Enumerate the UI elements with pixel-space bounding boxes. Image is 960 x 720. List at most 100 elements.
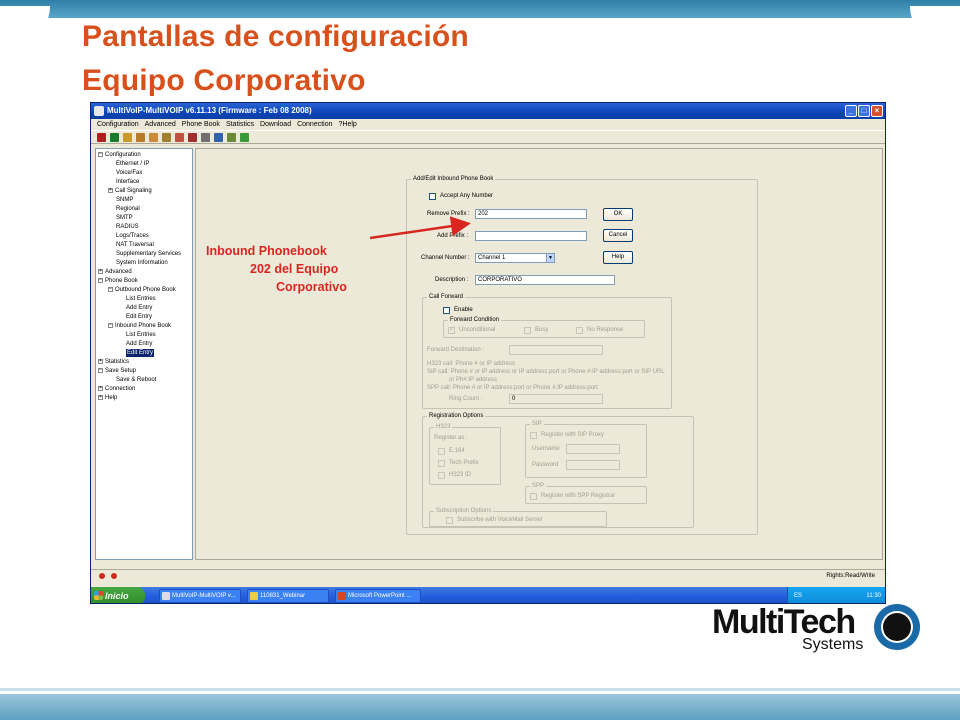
tree-voice-fax[interactable]: Voice/Fax — [116, 169, 142, 177]
tree-inbound-edit-entry[interactable]: Edit Entry — [126, 349, 155, 357]
menu-statistics[interactable]: Statistics — [226, 119, 254, 130]
username-input[interactable] — [566, 444, 620, 454]
collapse-icon[interactable]: − — [108, 286, 113, 292]
chevron-down-icon[interactable]: ▼ — [546, 254, 554, 262]
no-response-checkbox[interactable] — [576, 327, 583, 334]
task-multivoip[interactable]: MultiVoIP-MultiVOIP v... — [159, 589, 241, 603]
tree-ethernet-ip[interactable]: Ethernet / IP — [116, 160, 149, 168]
phone-tool-4-icon[interactable] — [162, 132, 171, 142]
collapse-icon[interactable]: − — [98, 277, 103, 283]
tech-prefix-checkbox[interactable] — [438, 460, 445, 467]
tree-save-setup[interactable]: − Save Setup — [98, 367, 136, 375]
menu-download[interactable]: Download — [260, 119, 291, 130]
top-right-arc — [910, 6, 960, 46]
globe-tool-icon[interactable] — [240, 132, 249, 142]
add-prefix-label: Add Prefix : — [437, 233, 469, 239]
task-webinar-folder[interactable]: 110831_Webinar — [247, 589, 329, 603]
close-button[interactable]: × — [871, 105, 883, 117]
network-tool-icon[interactable] — [97, 132, 106, 142]
tree-smtp[interactable]: SMTP — [116, 214, 133, 222]
language-indicator[interactable]: ES — [794, 593, 802, 599]
tree-snmp[interactable]: SNMP — [116, 196, 133, 204]
monitor-tool-icon[interactable] — [110, 132, 119, 142]
channel-number-select[interactable]: Channel 1 ▼ — [475, 253, 555, 263]
tree-help[interactable]: + Help — [98, 394, 117, 402]
tree-radius[interactable]: RADIUS — [116, 223, 139, 231]
busy-label: Busy — [535, 327, 549, 333]
collapse-icon[interactable]: − — [98, 151, 103, 157]
add-prefix-input[interactable] — [475, 231, 587, 241]
tree-regional[interactable]: Regional — [116, 205, 140, 213]
enable-forward-checkbox[interactable] — [443, 307, 450, 314]
h323-id-checkbox[interactable] — [438, 472, 445, 479]
tree-advanced[interactable]: + Advanced — [98, 268, 132, 276]
phone-tool-3-icon[interactable] — [149, 132, 158, 142]
cancel-button[interactable]: Cancel — [603, 229, 633, 242]
window-title: MultiVoIP-MultiVOIP v6.11.13 (Firmware :… — [107, 106, 312, 115]
tree-outbound-list-entries[interactable]: List Entries — [126, 295, 156, 303]
description-label: Description : — [435, 277, 469, 283]
registration-options-group: Registration Options H323 Register as : … — [422, 412, 694, 528]
tree-interface[interactable]: Interface — [116, 178, 139, 186]
tree-outbound-edit-entry[interactable]: Edit Entry — [126, 313, 152, 321]
menu-help[interactable]: ?Help — [339, 119, 357, 130]
register-sip-proxy-checkbox[interactable] — [530, 432, 537, 439]
tree-configuration[interactable]: − Configuration — [98, 151, 141, 159]
tree-save-reboot[interactable]: Save & Reboot — [116, 376, 156, 384]
tree-nat-traversal[interactable]: NAT Traversal — [116, 241, 154, 249]
clock[interactable]: 11:30 — [866, 587, 881, 603]
accept-any-number-checkbox[interactable] — [429, 193, 436, 200]
busy-checkbox[interactable] — [524, 327, 531, 334]
register-spp-checkbox[interactable] — [530, 493, 537, 500]
subscribe-voicemail-checkbox[interactable] — [446, 517, 453, 524]
start-button[interactable]: Inicio — [91, 587, 145, 603]
tree-supplementary-services[interactable]: Supplementary Services — [116, 250, 181, 258]
expand-icon[interactable]: + — [108, 187, 113, 193]
tree-outbound-phone-book[interactable]: − Outbound Phone Book — [108, 286, 176, 294]
call-forward-group: Call Forward Enable Forward Condition Un… — [422, 293, 672, 409]
help-button[interactable]: Help — [603, 251, 633, 264]
phone-tool-icon[interactable] — [123, 132, 132, 142]
expand-icon[interactable]: + — [98, 394, 103, 400]
task-powerpoint[interactable]: Microsoft PowerPoint ... — [335, 589, 421, 603]
tree-logs-traces[interactable]: Logs/Traces — [116, 232, 149, 240]
collapse-icon[interactable]: − — [98, 367, 103, 373]
menu-configuration[interactable]: Configuration — [97, 119, 139, 130]
tree-inbound-phone-book[interactable]: − Inbound Phone Book — [108, 322, 171, 330]
home-tool-icon[interactable] — [227, 132, 236, 142]
bottom-decor-band — [0, 694, 960, 720]
tree-inbound-list-entries[interactable]: List Entries — [126, 331, 156, 339]
tree-connection[interactable]: + Connection — [98, 385, 135, 393]
ring-count-input[interactable]: 0 — [509, 394, 603, 404]
e164-checkbox[interactable] — [438, 448, 445, 455]
ok-button[interactable]: OK — [603, 208, 633, 221]
save-tool-icon[interactable] — [214, 132, 223, 142]
app-icon — [162, 592, 170, 600]
window-titlebar[interactable]: MultiVoIP-MultiVOIP v6.11.13 (Firmware :… — [91, 103, 885, 119]
menu-connection[interactable]: Connection — [297, 119, 332, 130]
tree-outbound-add-entry[interactable]: Add Entry — [126, 304, 152, 312]
maximize-button[interactable]: □ — [858, 105, 870, 117]
phone-tool-5-icon[interactable] — [175, 132, 184, 142]
phone-tool-6-icon[interactable] — [188, 132, 197, 142]
forward-destination-input[interactable] — [509, 345, 603, 355]
tree-phone-book[interactable]: − Phone Book — [98, 277, 138, 285]
subscription-group: Subscription Options Subscribe with Voic… — [429, 507, 607, 527]
collapse-icon[interactable]: − — [108, 322, 113, 328]
expand-icon[interactable]: + — [98, 268, 103, 274]
remove-prefix-input[interactable]: 202 — [475, 209, 587, 219]
description-input[interactable]: CORPORATIVO — [475, 275, 615, 285]
phone-tool-2-icon[interactable] — [136, 132, 145, 142]
menu-phone-book[interactable]: Phone Book — [182, 119, 220, 130]
minimize-button[interactable]: _ — [845, 105, 857, 117]
password-input[interactable] — [566, 460, 620, 470]
phone-tool-7-icon[interactable] — [201, 132, 210, 142]
tree-inbound-add-entry[interactable]: Add Entry — [126, 340, 152, 348]
menu-advanced[interactable]: Advanced — [145, 119, 176, 130]
unconditional-checkbox[interactable] — [448, 325, 455, 334]
expand-icon[interactable]: + — [98, 358, 103, 364]
expand-icon[interactable]: + — [98, 385, 103, 391]
tree-call-signaling[interactable]: + Call Signaling — [108, 187, 152, 195]
tree-statistics[interactable]: + Statistics — [98, 358, 129, 366]
tree-system-information[interactable]: System Information — [116, 259, 168, 267]
